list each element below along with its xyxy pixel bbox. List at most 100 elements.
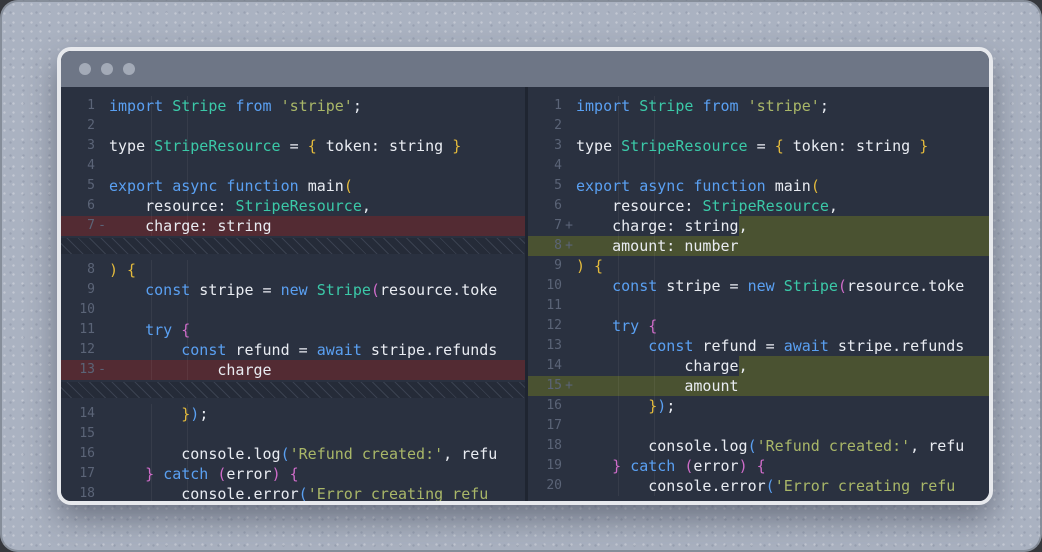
line-number: 13 [528, 336, 562, 356]
code-token: from [235, 96, 271, 116]
diff-filler-hatch [61, 382, 525, 398]
line-number: 14 [528, 356, 562, 376]
code-token: charge: string [576, 216, 739, 236]
code-line: export async function main( [576, 176, 989, 196]
code-token: const [181, 340, 226, 360]
code-token [630, 96, 639, 116]
code-token: console.log [109, 444, 281, 464]
line-number: 2 [528, 116, 562, 136]
diff-marker [95, 444, 109, 464]
diff-marker [562, 176, 576, 196]
code-token [109, 404, 181, 424]
diff-marker [95, 424, 109, 444]
added-word-highlight: , [739, 216, 989, 236]
code-row: 20 console.error('Error creating refu [528, 476, 989, 496]
code-row: 19 } catch (error) { [528, 456, 989, 476]
code-row: 4 [61, 156, 525, 176]
code-token: ) [739, 456, 748, 476]
code-token: ( [766, 476, 775, 496]
code-row: 13 const refund = await stripe.refunds [528, 336, 989, 356]
code-line: type StripeResource = { token: string } [576, 136, 989, 156]
line-number: 15 [61, 424, 95, 444]
diff-marker [562, 436, 576, 456]
code-token: { [775, 136, 784, 156]
code-row: 5 export async function main( [528, 176, 989, 196]
screenshot-card: 1import Stripe from 'stripe';23type Stri… [0, 0, 1042, 552]
code-line [576, 116, 989, 136]
code-line [109, 116, 525, 136]
code-line: charge: string [109, 216, 525, 236]
diff-marker [95, 404, 109, 424]
code-token: ( [299, 484, 308, 501]
diff-marker [95, 484, 109, 501]
diff-marker [95, 260, 109, 280]
diff-marker [95, 176, 109, 196]
code-token: 'Refund created:' [290, 444, 444, 464]
diff-marker [95, 96, 109, 116]
diff-marker [562, 136, 576, 156]
code-line [109, 156, 525, 176]
code-row: 5export async function main( [61, 176, 525, 196]
removed-code-row: 7- charge: string [61, 216, 525, 236]
code-row: 11 [528, 296, 989, 316]
code-row: 11 try { [61, 320, 525, 340]
code-token: ) { [576, 256, 603, 276]
line-number: 13 [61, 360, 95, 380]
code-line: const refund = await stripe.refunds [576, 336, 989, 356]
added-code-row: 15+ amount [528, 376, 989, 396]
code-row: 1import Stripe from 'stripe'; [528, 96, 989, 116]
code-line: amount: number [576, 236, 989, 256]
code-line: console.log('Refund created:', refu [109, 444, 525, 464]
window-control-dot-2[interactable] [101, 63, 113, 75]
window-control-dot-3[interactable] [123, 63, 135, 75]
code-token [775, 276, 784, 296]
code-token: , refu [443, 444, 497, 464]
diff-marker [562, 416, 576, 436]
diff-marker [95, 320, 109, 340]
code-token [576, 336, 648, 356]
code-line [576, 296, 989, 316]
code-token: 'stripe' [281, 96, 353, 116]
diff-marker [95, 136, 109, 156]
diff-pane-old[interactable]: 1import Stripe from 'stripe';23type Stri… [61, 87, 525, 501]
code-token [109, 320, 145, 340]
code-row: 3type StripeResource = { token: string } [61, 136, 525, 156]
code-line: charge, [576, 356, 989, 376]
code-line: const stripe = new Stripe(resource.toke [109, 280, 525, 300]
diff-marker [562, 356, 576, 376]
code-token: console.error [576, 476, 766, 496]
code-token: = [748, 136, 775, 156]
code-token: await [784, 336, 829, 356]
line-number: 5 [528, 176, 562, 196]
code-row: 10 [61, 300, 525, 320]
diff-marker [562, 256, 576, 276]
diff-pane-new[interactable]: 1import Stripe from 'stripe';23type Stri… [525, 87, 989, 501]
code-token [748, 456, 757, 476]
code-line: } catch (error) { [576, 456, 989, 476]
code-token: ) [272, 464, 281, 484]
code-token: error [693, 456, 738, 476]
code-line: charge [109, 360, 525, 380]
code-token: , [362, 196, 371, 216]
code-token: ( [838, 276, 847, 296]
code-token [576, 316, 612, 336]
code-token [163, 96, 172, 116]
code-token: StripeResource [154, 136, 280, 156]
code-row: 8) { [61, 260, 525, 280]
code-token: refund = [693, 336, 783, 356]
diff-marker [95, 280, 109, 300]
code-token [576, 276, 612, 296]
line-number: 5 [61, 176, 95, 196]
line-number: 9 [61, 280, 95, 300]
line-number: 3 [61, 136, 95, 156]
code-row: 16 }); [528, 396, 989, 416]
code-token: { [757, 456, 766, 476]
code-token: try [612, 316, 639, 336]
code-row: 17 } catch (error) { [61, 464, 525, 484]
window-control-dot-1[interactable] [79, 63, 91, 75]
line-number: 6 [61, 196, 95, 216]
diff-marker [95, 300, 109, 320]
code-row: 6 resource: StripeResource, [528, 196, 989, 216]
line-number: 14 [61, 404, 95, 424]
code-row: 16 console.log('Refund created:', refu [61, 444, 525, 464]
